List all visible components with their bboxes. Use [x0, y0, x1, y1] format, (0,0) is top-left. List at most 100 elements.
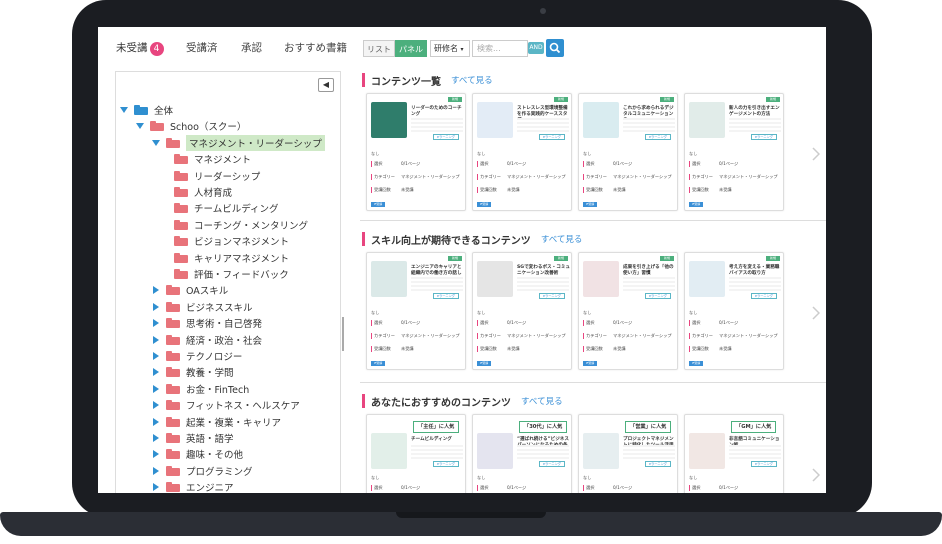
tree-item[interactable]: お金・FinTech — [152, 381, 249, 397]
camera-dot — [540, 8, 546, 14]
search-type-select[interactable]: 研修名 ▾ — [430, 40, 470, 57]
caret-right-icon[interactable] — [152, 286, 160, 295]
tree-item[interactable]: 人材育成 — [174, 184, 232, 200]
folder-icon — [166, 433, 180, 443]
content-card[interactable]: 「営業」に人気プロジェクトマネジメントに特化したツール活用eラーニングなし選択0… — [578, 414, 678, 493]
see-all-link[interactable]: すべて見る — [541, 233, 583, 245]
next-arrow-button[interactable] — [812, 467, 821, 482]
content-card[interactable]: 新規ストレスレス型環境整備を作る実践的ケーススタディeラーニングなし選択0/1ペ… — [472, 93, 572, 211]
tree-item[interactable]: リーダーシップ — [174, 168, 260, 184]
tree-item[interactable]: 評価・フィードバック — [174, 266, 289, 282]
search-input[interactable]: 検索... — [472, 40, 528, 57]
content-card[interactable]: 新規 リーダーのためのコーチング eラーニング なし 選択 0/1ページ カテゴリー マネジメ… — [366, 93, 466, 211]
status-label: 選択 — [689, 161, 700, 167]
count-label: 受講回数 — [371, 346, 391, 352]
card-title: 新人の力を引き出すエンゲージメントの方法 — [729, 106, 780, 117]
tab-approval[interactable]: 承認 — [241, 40, 262, 55]
tree-item[interactable]: 趣味・その他 — [152, 446, 243, 462]
tab-watched[interactable]: 受講済 — [186, 40, 218, 55]
tree-item[interactable]: OAスキル — [152, 282, 228, 298]
tree-item[interactable]: マネジメント・リーダーシップ — [152, 134, 325, 151]
tree-item[interactable]: 英語・語学 — [152, 430, 234, 446]
tree-item-label: 英語・語学 — [186, 434, 234, 445]
search-button[interactable] — [546, 39, 564, 57]
tree-item[interactable]: 起業・複業・キャリア — [152, 414, 281, 430]
content-card[interactable]: 「GM」に人気非言語コミュニケーション術eラーニングなし選択0/1ページ — [684, 414, 784, 493]
type-tag: IF受講 — [477, 361, 491, 366]
see-all-link[interactable]: すべて見る — [521, 395, 563, 407]
tree-item[interactable]: Schoo（スクー） — [136, 118, 246, 134]
content-card[interactable]: 新規 成果を引き上げる「他の使い方」習慣 eラーニング なし 選択 0/1ページ カテゴリー… — [578, 252, 678, 370]
resize-handle[interactable] — [342, 317, 344, 351]
collapse-sidebar-button[interactable]: ◀ — [318, 78, 334, 92]
count-label: 受講回数 — [371, 187, 391, 193]
content-card[interactable]: 「30代」に人気”選ばれ続ける”ビジネスパーソンになるための条eラーニングなし選… — [472, 414, 572, 493]
caret-down-icon[interactable] — [120, 106, 128, 114]
tree-item[interactable]: 全体 — [120, 102, 173, 118]
tree-item[interactable]: 経済・政治・社会 — [152, 332, 262, 348]
tree-item[interactable]: キャリアマネジメント — [174, 250, 289, 266]
deadline-value: なし — [689, 475, 698, 480]
tree-item-label: Schoo（スクー） — [170, 122, 247, 134]
count-label: 受講回数 — [689, 346, 709, 352]
elearning-label: eラーニング — [539, 293, 565, 299]
content-card[interactable]: 新規 新人の力を引き出すエンゲージメントの方法 eラーニング なし 選択 0/1ページ カテ… — [684, 93, 784, 211]
content-card[interactable]: 新規 エンジニアのキャリアと組織内での働き方の話し eラーニング なし 選択 0/1ページ… — [366, 252, 466, 370]
panel-view-button[interactable]: パネル — [395, 40, 427, 57]
card-title: 成果を引き上げる「他の使い方」習慣 — [623, 265, 674, 276]
content-card[interactable]: 新規これから求められるデジタルコミュニケーションのeラーニングなし選択0/1ペー… — [578, 93, 678, 211]
caret-right-icon[interactable] — [152, 417, 160, 426]
folder-icon — [174, 170, 188, 181]
type-tag: IF受講 — [583, 361, 597, 366]
next-arrow-button[interactable] — [812, 305, 821, 320]
folder-icon — [174, 154, 188, 165]
elearning-label: eラーニング — [645, 134, 671, 140]
content-card[interactable]: 新規 考え方を変える・業務職バイアスの取り方 eラーニング なし 選択 0/1ページ カテゴ… — [684, 252, 784, 370]
laptop-notch — [396, 512, 546, 518]
caret-right-icon[interactable] — [152, 302, 160, 311]
tree-item[interactable]: ビジネススキル — [152, 299, 253, 315]
tree-item[interactable]: エンジニア — [152, 479, 234, 493]
thumbnail-image — [583, 102, 619, 138]
caret-right-icon[interactable] — [152, 450, 160, 459]
content-card[interactable]: 新規 SGで変わるボス・コミュニケーション改善術 eラーニング なし 選択 0/1ページカ… — [472, 252, 572, 370]
count-value: 未受講 — [401, 346, 414, 351]
content-card[interactable]: 「主任」に人気 チームビルディング eラーニング なし 選択 0/1ページ — [366, 414, 466, 493]
tree-item[interactable]: コーチング・メンタリング — [174, 217, 308, 233]
tree-item[interactable]: チームビルディング — [174, 200, 279, 216]
caret-down-icon[interactable] — [152, 139, 160, 147]
tree-item-label: マネジメント・リーダーシップ — [186, 134, 325, 151]
type-tag: IF受講 — [371, 361, 385, 366]
caret-right-icon[interactable] — [152, 434, 160, 442]
tree-item[interactable]: 教養・学問 — [152, 364, 234, 380]
and-toggle[interactable]: AND — [528, 42, 544, 54]
tree-item[interactable]: フィットネス・ヘルスケア — [152, 397, 300, 413]
section-divider — [360, 220, 826, 221]
caret-right-icon[interactable] — [152, 319, 160, 328]
popularity-badge: 「GM」に人気 — [731, 421, 777, 433]
caret-right-icon[interactable] — [152, 466, 160, 475]
tree-item[interactable]: テクノロジー — [152, 348, 242, 364]
caret-down-icon[interactable] — [136, 122, 144, 130]
count-label: 受講回数 — [689, 187, 709, 193]
caret-right-icon[interactable] — [152, 401, 160, 410]
tree-item[interactable]: 思考術・自己啓発 — [152, 315, 262, 331]
tab-unwatched[interactable]: 未受講 4 — [116, 40, 164, 56]
next-arrow-button[interactable] — [812, 146, 821, 161]
tab-recommended-books[interactable]: おすすめ書籍 — [284, 40, 347, 55]
list-view-button[interactable]: リスト — [363, 40, 395, 57]
chevron-down-icon: ▾ — [460, 46, 464, 53]
tree-item[interactable]: マネジメント — [174, 151, 251, 167]
caret-right-icon[interactable] — [152, 368, 160, 377]
count-value: 未受講 — [719, 187, 732, 192]
tree-item-label: マネジメント — [194, 155, 252, 167]
caret-right-icon[interactable] — [152, 335, 160, 344]
new-tag: 新規 — [660, 256, 674, 261]
section-divider — [360, 382, 826, 383]
see-all-link[interactable]: すべて見る — [451, 74, 493, 86]
tree-item[interactable]: プログラミング — [152, 463, 253, 479]
caret-right-icon[interactable] — [152, 352, 160, 360]
tree-item[interactable]: ビジョンマネジメント — [174, 233, 289, 249]
caret-right-icon[interactable] — [152, 384, 160, 393]
caret-right-icon[interactable] — [152, 483, 160, 492]
